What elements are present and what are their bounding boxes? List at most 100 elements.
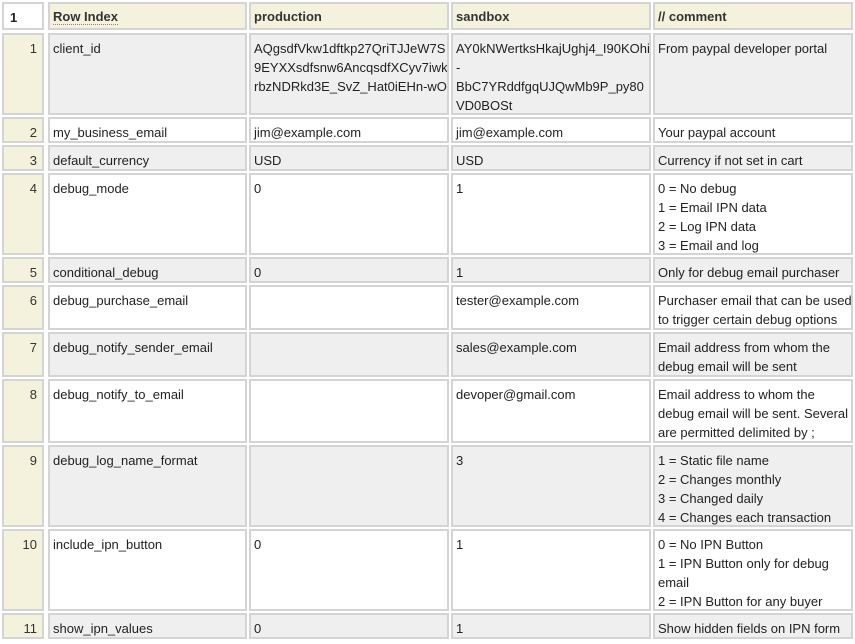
row-number[interactable]: 3 [2,145,44,171]
cell-production[interactable]: 0 [249,257,449,283]
row-number-label: 3 [29,153,37,168]
cell-text-line: debug email will be sent. Several [658,406,849,421]
cell-text-line: 0 [254,265,262,280]
cell-production[interactable] [249,379,449,443]
row-number[interactable]: 10 [2,529,44,611]
cell-text-line: 2 = IPN Button for any buyer [658,594,823,609]
cell-text: debug_notify_sender_email [53,340,213,355]
cell-production[interactable]: jim@example.com [249,117,449,143]
cell-text-line: jim@example.com [456,125,564,140]
cell-comment[interactable]: Only for debug email purchaser [653,257,853,283]
cell-text-line: Currency if not set in cart [658,153,803,168]
cell-text-line: 4 = Changes each transaction [658,510,832,525]
cell-key[interactable]: debug_log_name_format [48,445,247,527]
row-number[interactable]: 6 [2,285,44,330]
cell-production[interactable]: 0 [249,613,449,639]
cell-key[interactable]: include_ipn_button [48,529,247,611]
header-row-index[interactable]: Row Index [48,2,247,30]
cell-comment[interactable]: Email address to whom the debug email wil… [653,379,853,443]
cell-comment[interactable]: 1 = Static file name 2 = Changes monthly 3… [653,445,853,527]
cell-production[interactable]: AQgsdfVkw1dftkp27QriTJJeW7S 9EYXXsdfsnw6A… [249,33,449,115]
row-number-label: 8 [29,387,37,402]
cell-text-line: - [456,60,461,75]
cell-text: conditional_debug [53,265,159,280]
row-number[interactable]: 1 [2,33,44,115]
cell-production[interactable] [249,285,449,330]
cell-text-line: Only for debug email purchaser [658,265,840,280]
cell-comment[interactable]: Your paypal account [653,117,853,143]
cell-key[interactable]: default_currency [48,145,247,171]
header-sandbox[interactable]: sandbox [451,2,651,30]
header-comment[interactable]: // comment [653,2,853,30]
cell-production[interactable]: 0 [249,173,449,255]
row-number[interactable]: 5 [2,257,44,283]
cell-comment[interactable]: Email address from whom the debug email w… [653,332,853,377]
cell-production[interactable] [249,332,449,377]
cell-text-line: Email address to whom the [658,387,815,402]
cell-text-line: 0 [254,181,262,196]
cell-comment[interactable]: 0 = No IPN Button 1 = IPN Button only for… [653,529,853,611]
row-number[interactable]: 2 [2,117,44,143]
cell-comment[interactable]: From paypal developer portal [653,33,853,115]
cell-text-line: 9EYXXsdfsnw6AncqsdfXCyv7iwk [254,60,448,75]
cell-sandbox[interactable]: 1 [451,257,651,283]
cell-text-line: 3 [456,453,464,468]
cell-reference-value: 1 [10,10,18,25]
row-number[interactable]: 11 [2,613,44,639]
cell-text-line: are permitted delimited by ; [658,425,815,440]
cell-comment[interactable]: Purchaser email that can be used to trigg… [653,285,853,330]
cell-key[interactable]: show_ipn_values [48,613,247,639]
header-label: // comment [658,9,727,24]
cell-comment[interactable]: Show hidden fields on IPN form [653,613,853,639]
cell-text-line: 3 = Email and log [658,238,759,253]
cell-key[interactable]: my_business_email [48,117,247,143]
cell-sandbox[interactable]: sales@example.com [451,332,651,377]
row-number-label: 6 [29,293,37,308]
row-number[interactable]: 8 [2,379,44,443]
cell-sandbox[interactable]: 1 [451,613,651,639]
cell-text-line: jim@example.com [254,125,362,140]
row-number[interactable]: 7 [2,332,44,377]
cell-comment[interactable]: 0 = No debug 1 = Email IPN data 2 = Log IP… [653,173,853,255]
cell-key[interactable]: debug_notify_sender_email [48,332,247,377]
cell-text-line: Show hidden fields on IPN form [658,621,841,636]
cell-key[interactable]: debug_mode [48,173,247,255]
cell-key[interactable]: debug_notify_to_email [48,379,247,443]
cell-text-line: Your paypal account [658,125,776,140]
cell-production[interactable]: 0 [249,529,449,611]
cell-text: show_ipn_values [53,621,153,636]
cell-text: debug_log_name_format [53,453,198,468]
cell-text-line: 0 [254,537,262,552]
cell-text: default_currency [53,153,150,168]
cell-sandbox[interactable]: 1 [451,173,651,255]
cell-sandbox[interactable]: tester@example.com [451,285,651,330]
cell-production[interactable]: USD [249,145,449,171]
cell-text-line: BbC7YRddfgqUJQwMb9P_py80 [456,79,644,94]
cell-text-line: 1 = IPN Button only for debug [658,556,829,571]
cell-text-line: email [658,575,690,590]
row-number[interactable]: 4 [2,173,44,255]
cell-sandbox[interactable]: USD [451,145,651,171]
cell-production[interactable] [249,445,449,527]
cell-comment[interactable]: Currency if not set in cart [653,145,853,171]
cell-text-line: sales@example.com [456,340,577,355]
cell-sandbox[interactable]: AY0kNWertksHkajUghj4_I90KOhi - BbC7YRddfgq… [451,33,651,115]
cell-reference-box[interactable]: 1 [2,2,44,30]
row-number-label: 1 [29,41,37,56]
cell-text-line: 1 = Email IPN data [658,200,767,215]
cell-key[interactable]: debug_purchase_email [48,285,247,330]
row-number-label: 11 [23,621,38,636]
row-number[interactable]: 9 [2,445,44,527]
cell-sandbox[interactable]: 3 [451,445,651,527]
cell-key[interactable]: conditional_debug [48,257,247,283]
cell-sandbox[interactable]: devoper@gmail.com [451,379,651,443]
cell-text-line: 0 = No debug [658,181,737,196]
cell-text-line: Purchaser email that can be used [658,293,852,308]
row-number-label: 9 [29,453,37,468]
cell-text: my_business_email [53,125,168,140]
cell-text: debug_mode [53,181,129,196]
cell-sandbox[interactable]: 1 [451,529,651,611]
cell-sandbox[interactable]: jim@example.com [451,117,651,143]
cell-key[interactable]: client_id [48,33,247,115]
header-production[interactable]: production [249,2,449,30]
